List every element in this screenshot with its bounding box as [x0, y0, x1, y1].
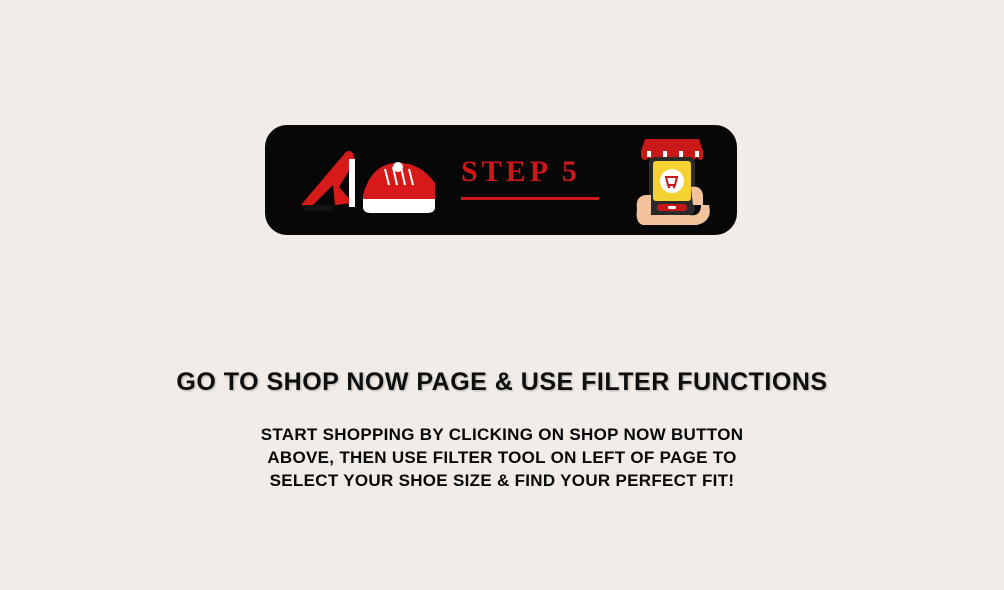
body-text: Start shopping by clicking on Shop Now b… [240, 423, 764, 492]
shopping-app-icon [627, 137, 717, 225]
step-banner: STEP 5 [265, 125, 737, 235]
step-underline [461, 197, 599, 200]
shoes-icon [299, 147, 439, 219]
step-label: STEP 5 [461, 155, 581, 189]
heading: Go to Shop Now Page & Use Filter Functio… [0, 368, 1004, 397]
